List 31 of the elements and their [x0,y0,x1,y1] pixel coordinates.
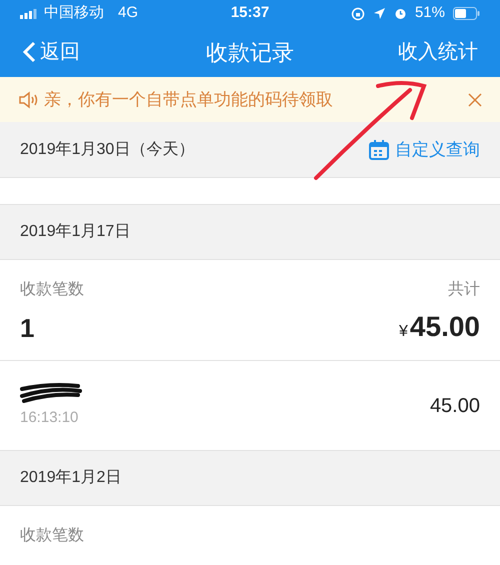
total-amount: 45.00 [410,310,480,344]
clock: 15:37 [230,3,270,24]
alarm-icon [394,7,407,20]
transaction-amount: 45.00 [430,394,480,418]
currency-sign: ¥ [399,322,408,342]
chevron-left-icon [22,41,36,63]
signal-icon [20,8,38,18]
date-header: 2019年1月2日 [20,468,122,488]
location-icon [372,7,386,20]
network-type: 4G [118,3,138,24]
date-header: 2019年1月30日（今天） [20,140,196,160]
transaction-time: 16:13:10 [20,408,80,428]
payment-count: 1 [20,312,34,345]
page-title: 收款记录 [205,38,295,66]
count-label: 收款笔数 [20,526,84,546]
count-label: 收款笔数 [20,280,84,300]
calendar-icon [369,140,389,160]
battery-icon [453,7,480,20]
income-stats-link[interactable]: 收入统计 [348,37,478,67]
redaction-scribble [20,381,82,404]
close-button[interactable] [468,92,482,106]
notice-text: 亲，你有一个自带点单功能的码待领取 [44,88,334,111]
battery-percent: 51% [414,3,445,24]
speaker-icon [18,90,40,108]
total-label: 共计 [448,280,480,300]
transaction-row[interactable]: 16:13:10 45.00 [0,361,500,451]
back-button[interactable]: 返回 [22,37,152,67]
carrier-name: 中国移动 [44,3,104,24]
date-header: 2019年1月17日 [20,222,132,242]
rotation-lock-icon [350,6,365,20]
custom-query-button[interactable]: 自定义查询 [369,136,480,162]
